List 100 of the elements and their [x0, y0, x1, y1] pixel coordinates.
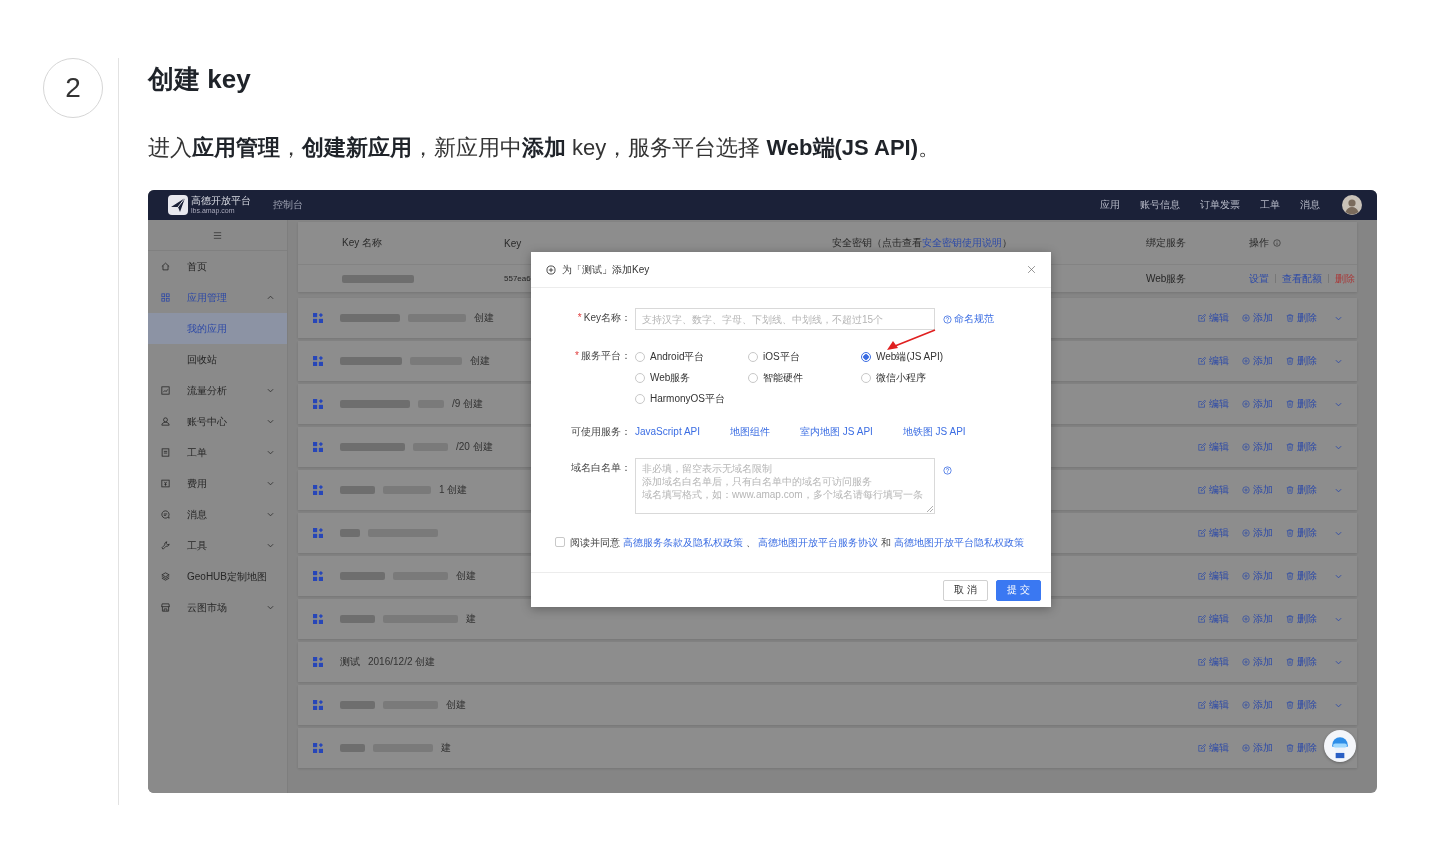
radio-option[interactable]: Web服务 — [635, 370, 748, 385]
sidebar-item[interactable]: 云图市场 — [148, 592, 287, 623]
edit-link[interactable]: 编辑 — [1198, 311, 1229, 325]
step-instruction: 进入应用管理，创建新应用，新应用中添加 key，服务平台选择 Web端(JS API)。 — [148, 134, 942, 162]
radio-option[interactable]: 智能硬件 — [748, 370, 861, 385]
edit-link[interactable]: 编辑 — [1198, 741, 1229, 755]
add-link[interactable]: 添加 — [1242, 397, 1273, 411]
delete-link[interactable]: 删除 — [1286, 354, 1317, 368]
service-link[interactable]: 室内地图 JS API — [800, 422, 873, 442]
delete-link[interactable]: 删除 — [1286, 741, 1317, 755]
app-name: 测试 — [340, 655, 360, 669]
action-link[interactable]: 设置 — [1249, 271, 1269, 286]
delete-link[interactable]: 删除 — [1286, 569, 1317, 583]
chevron-down-icon[interactable] — [1335, 658, 1342, 666]
sidebar-item[interactable]: 我的应用 — [148, 313, 287, 344]
menu-icon[interactable] — [213, 230, 222, 240]
resize-grip-icon[interactable] — [927, 506, 933, 512]
action-link[interactable]: 查看配额 — [1282, 271, 1322, 286]
agreement-checkbox[interactable] — [555, 537, 565, 547]
edit-link[interactable]: 编辑 — [1198, 612, 1229, 626]
edit-link[interactable]: 编辑 — [1198, 655, 1229, 669]
chevron-down-icon[interactable] — [1335, 400, 1342, 408]
radio-button[interactable] — [861, 351, 871, 362]
chevron-down-icon[interactable] — [1335, 357, 1342, 365]
console-label[interactable]: 控制台 — [273, 198, 303, 212]
chevron-down-icon[interactable] — [1335, 443, 1342, 451]
logo-icon[interactable] — [168, 195, 188, 215]
chevron-down-icon[interactable] — [1335, 701, 1342, 709]
add-link[interactable]: 添加 — [1242, 655, 1273, 669]
add-link[interactable]: 添加 — [1242, 698, 1273, 712]
app-icon — [313, 356, 323, 366]
help-link[interactable]: 命名规范 — [943, 312, 994, 326]
service-link[interactable]: 地图组件 — [730, 422, 771, 442]
chevron-down-icon[interactable] — [1335, 615, 1342, 623]
delete-link[interactable]: 删除 — [1286, 440, 1317, 454]
agreement-link[interactable]: 高德服务条款及隐私权政策 — [622, 537, 743, 548]
edit-link[interactable]: 编辑 — [1198, 698, 1229, 712]
add-link[interactable]: 添加 — [1242, 569, 1273, 583]
trash-icon — [1286, 357, 1294, 365]
delete-link[interactable]: 删除 — [1286, 311, 1317, 325]
submit-button[interactable]: 提 交 — [996, 579, 1041, 601]
edit-link[interactable]: 编辑 — [1198, 483, 1229, 497]
sidebar-item[interactable]: 费用 — [148, 468, 287, 499]
action-link[interactable]: 删除 — [1335, 271, 1355, 286]
nav-item[interactable]: 应用 — [1100, 198, 1120, 212]
key-name-input[interactable]: 支持汉字、数字、字母、下划线、中划线，不超过15个 — [635, 308, 935, 330]
add-link[interactable]: 添加 — [1242, 354, 1273, 368]
header-link[interactable]: 安全密钥使用说明 — [922, 237, 1002, 248]
radio-option[interactable]: iOS平台 — [748, 349, 861, 364]
chevron-down-icon[interactable] — [1335, 529, 1342, 537]
nav-item[interactable]: 消息 — [1300, 198, 1320, 212]
add-link[interactable]: 添加 — [1242, 741, 1273, 755]
delete-link[interactable]: 删除 — [1286, 655, 1317, 669]
delete-link[interactable]: 删除 — [1286, 397, 1317, 411]
nav-item[interactable]: 工单 — [1260, 198, 1280, 212]
radio-option[interactable]: 微信小程序 — [861, 370, 974, 385]
edit-link[interactable]: 编辑 — [1198, 569, 1229, 583]
dialog-title: 为「测试」添加Key — [562, 262, 650, 277]
edit-link[interactable]: 编辑 — [1198, 354, 1229, 368]
placeholder-text: 添加域名白名单后，只有白名单中的域名可访问服务 — [642, 475, 873, 488]
sidebar-item[interactable]: 首页 — [148, 251, 287, 282]
app-icon — [313, 657, 323, 667]
cancel-button[interactable]: 取 消 — [943, 579, 989, 601]
add-link[interactable]: 添加 — [1242, 440, 1273, 454]
add-link[interactable]: 添加 — [1242, 311, 1273, 325]
sidebar-item[interactable]: 消息 — [148, 499, 287, 530]
nav-item[interactable]: 账号信息 — [1140, 198, 1180, 212]
sidebar-item[interactable]: 回收站 — [148, 344, 287, 375]
close-icon[interactable] — [1027, 265, 1036, 274]
delete-link[interactable]: 删除 — [1286, 526, 1317, 540]
edit-link[interactable]: 编辑 — [1198, 440, 1229, 454]
add-link[interactable]: 添加 — [1242, 526, 1273, 540]
sidebar-item[interactable]: GeoHUB定制地图 — [148, 561, 287, 592]
radio-option[interactable]: Web端(JS API) — [861, 349, 974, 364]
sidebar-item[interactable]: 流量分析 — [148, 375, 287, 406]
radio-option[interactable]: HarmonyOS平台 — [635, 391, 748, 406]
edit-link[interactable]: 编辑 — [1198, 526, 1229, 540]
sidebar-item[interactable]: 应用管理 — [148, 282, 287, 313]
radio-option[interactable]: Android平台 — [635, 349, 748, 364]
add-link[interactable]: 添加 — [1242, 483, 1273, 497]
nav-item[interactable]: 订单发票 — [1200, 198, 1240, 212]
service-link[interactable]: 地铁图 JS API — [902, 422, 966, 442]
add-link[interactable]: 添加 — [1242, 612, 1273, 626]
agreement-link[interactable]: 高德地图开放平台服务协议 — [758, 537, 879, 548]
service-link[interactable]: JavaScript API — [635, 422, 701, 442]
delete-link[interactable]: 删除 — [1286, 483, 1317, 497]
chevron-down-icon[interactable] — [1335, 486, 1342, 494]
help-icon[interactable] — [943, 466, 952, 475]
chevron-down-icon[interactable] — [1335, 572, 1342, 580]
user-avatar[interactable] — [1342, 195, 1362, 215]
delete-link[interactable]: 删除 — [1286, 612, 1317, 626]
chevron-down-icon[interactable] — [1335, 314, 1342, 322]
plus-circle-icon — [1242, 744, 1250, 752]
created-date: 建 — [466, 612, 476, 626]
sidebar-item[interactable]: 账号中心 — [148, 406, 287, 437]
agreement-link[interactable]: 高德地图开放平台隐私权政策 — [893, 537, 1024, 548]
edit-link[interactable]: 编辑 — [1198, 397, 1229, 411]
sidebar-item[interactable]: 工单 — [148, 437, 287, 468]
sidebar-item[interactable]: 工具 — [148, 530, 287, 561]
delete-link[interactable]: 删除 — [1286, 698, 1317, 712]
